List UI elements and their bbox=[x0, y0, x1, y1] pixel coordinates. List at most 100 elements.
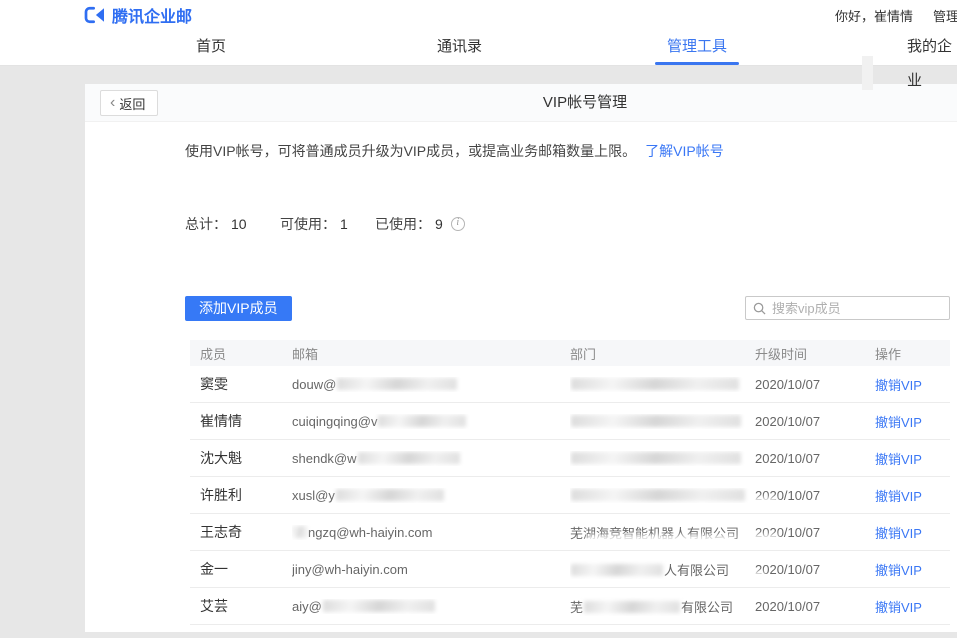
member-name: 王志奇 bbox=[200, 522, 292, 542]
date-text: 2020/10/07 bbox=[755, 414, 820, 429]
app-window: 腾讯企业邮 你好，崔情情 管理企业 首页 通讯录 管理工具 我的企业 返回 VI… bbox=[0, 0, 957, 638]
add-vip-member-button[interactable]: 添加VIP成员 bbox=[185, 296, 292, 321]
row-actions: 撤销VIP bbox=[875, 523, 950, 542]
member-department: 芜 有限公司 bbox=[570, 597, 755, 616]
header-action: 操作 bbox=[875, 344, 950, 363]
date-text: 2020/10/07 bbox=[755, 488, 820, 503]
redacted-text bbox=[571, 415, 741, 427]
tab-admin-tools[interactable]: 管理工具 bbox=[667, 30, 727, 65]
member-name: 许胜利 bbox=[200, 485, 292, 505]
member-name: 金一 bbox=[200, 559, 292, 579]
email-text: xusl@y bbox=[292, 488, 335, 503]
scrollbar-thumb[interactable] bbox=[862, 56, 873, 90]
date-text: 2020/10/07 bbox=[755, 599, 820, 614]
dept-text: 人有限公司 bbox=[664, 563, 729, 578]
row-actions: 撤销VIP bbox=[875, 486, 950, 505]
member-name: 崔情情 bbox=[200, 411, 292, 431]
email-text: douw@ bbox=[292, 377, 336, 392]
stat-used: 已使用：9 bbox=[375, 214, 465, 234]
upgrade-date: 2020/10/07 bbox=[755, 562, 875, 577]
member-email: xusl@y bbox=[292, 488, 570, 503]
member-department bbox=[570, 488, 755, 503]
member-email: jiny@wh-haiyin.com bbox=[292, 562, 570, 577]
table-row: 艾芸 aiy@ 芜 有限公司 2020/10/07 撤销VIP bbox=[190, 588, 950, 625]
description-text: 使用VIP帐号，可将普通成员升级为VIP成员，或提高业务邮箱数量上限。 bbox=[185, 143, 636, 159]
main-nav: 首页 通讯录 管理工具 我的企业 bbox=[0, 30, 957, 66]
search-input[interactable] bbox=[772, 301, 942, 316]
revoke-vip-link[interactable]: 撤销VIP bbox=[875, 489, 922, 504]
stat-total-value: 10 bbox=[231, 216, 247, 232]
member-department bbox=[570, 451, 755, 466]
member-department bbox=[570, 414, 755, 429]
topbar-user-area: 你好，崔情情 管理企业 bbox=[835, 0, 957, 30]
exmail-logo[interactable]: 腾讯企业邮 bbox=[84, 4, 192, 26]
member-email: ngzq@wh-haiyin.com bbox=[292, 525, 570, 540]
search-box bbox=[745, 296, 950, 320]
member-email: douw@ bbox=[292, 377, 570, 392]
upgrade-date: 2020/10/07 bbox=[755, 414, 875, 429]
table-row: 沈大魁 shendk@w 2020/10/07 撤销VIP bbox=[190, 440, 950, 477]
header-member: 成员 bbox=[200, 344, 292, 363]
table-row: 王志奇 ngzq@wh-haiyin.com 芜湖海竞智能机器人有限公司 202… bbox=[190, 514, 950, 551]
upgrade-date: 2020/10/07 bbox=[755, 377, 875, 392]
search-icon bbox=[753, 302, 766, 315]
tab-contacts[interactable]: 通讯录 bbox=[437, 30, 482, 65]
row-actions: 撤销VIP bbox=[875, 375, 950, 394]
revoke-vip-link[interactable]: 撤销VIP bbox=[875, 378, 922, 393]
redacted-text bbox=[571, 489, 745, 501]
top-bar: 腾讯企业邮 你好，崔情情 管理企业 bbox=[0, 0, 957, 30]
dept-text: 芜 bbox=[570, 600, 583, 615]
date-text: 2020/10/07 bbox=[755, 451, 820, 466]
info-icon[interactable] bbox=[451, 217, 465, 231]
upgrade-date: 2020/10/07 bbox=[755, 488, 875, 503]
table-row: 窦雯 douw@ 2020/10/07 撤销VIP bbox=[190, 366, 950, 403]
page-description: 使用VIP帐号，可将普通成员升级为VIP成员，或提高业务邮箱数量上限。了解VIP… bbox=[185, 141, 724, 161]
redacted-text bbox=[323, 600, 435, 612]
page-title: VIP帐号管理 bbox=[85, 84, 957, 122]
revoke-vip-link[interactable]: 撤销VIP bbox=[875, 452, 922, 467]
stat-used-label: 已使用： bbox=[375, 216, 431, 232]
redacted-text bbox=[571, 378, 739, 390]
redacted-text bbox=[293, 526, 307, 538]
member-department: 人有限公司 bbox=[570, 560, 755, 579]
user-greeting: 你好，崔情情 bbox=[835, 6, 913, 25]
date-text: 2020/10/07 bbox=[755, 377, 820, 392]
row-actions: 撤销VIP bbox=[875, 597, 950, 616]
email-text: shendk@w bbox=[292, 451, 357, 466]
tab-home[interactable]: 首页 bbox=[196, 30, 226, 65]
learn-vip-link[interactable]: 了解VIP帐号 bbox=[645, 143, 724, 159]
stat-total-label: 总计： bbox=[185, 216, 227, 232]
member-department: 芜湖海竞智能机器人有限公司 bbox=[570, 523, 755, 542]
member-email: aiy@ bbox=[292, 599, 570, 614]
date-text: 2020/10/07 bbox=[755, 562, 820, 577]
email-text: ngzq@wh-haiyin.com bbox=[308, 525, 432, 540]
revoke-vip-link[interactable]: 撤销VIP bbox=[875, 526, 922, 541]
table-row: 崔情情 cuiqingqing@v 2020/10/07 撤销VIP bbox=[190, 403, 950, 440]
member-name: 艾芸 bbox=[200, 596, 292, 616]
member-department bbox=[570, 377, 755, 392]
table-row: 金一 jiny@wh-haiyin.com 人有限公司 2020/10/07 撤… bbox=[190, 551, 950, 588]
redacted-text bbox=[358, 452, 460, 464]
upgrade-date: 2020/10/07 bbox=[755, 599, 875, 614]
stat-available-label: 可使用： bbox=[280, 216, 336, 232]
revoke-vip-link[interactable]: 撤销VIP bbox=[875, 600, 922, 615]
row-actions: 撤销VIP bbox=[875, 449, 950, 468]
row-actions: 撤销VIP bbox=[875, 560, 950, 579]
table-row: 许胜利 xusl@y 2020/10/07 撤销VIP bbox=[190, 477, 950, 514]
revoke-vip-link[interactable]: 撤销VIP bbox=[875, 563, 922, 578]
manage-company-link[interactable]: 管理企业 bbox=[933, 6, 957, 25]
exmail-logo-icon bbox=[84, 6, 106, 24]
redacted-text bbox=[571, 564, 663, 576]
table-header-row: 成员 邮箱 部门 升级时间 操作 bbox=[190, 340, 950, 366]
revoke-vip-link[interactable]: 撤销VIP bbox=[875, 415, 922, 430]
dept-text: 有限公司 bbox=[681, 600, 733, 615]
content-panel: 返回 VIP帐号管理 使用VIP帐号，可将普通成员升级为VIP成员，或提高业务邮… bbox=[85, 84, 957, 632]
vip-members-table: 成员 邮箱 部门 升级时间 操作 窦雯 douw@ 2020/10/07 bbox=[190, 340, 950, 625]
stat-total: 总计：10 bbox=[185, 214, 247, 234]
redacted-text bbox=[337, 378, 457, 390]
tab-my-company[interactable]: 我的企业 bbox=[907, 30, 957, 65]
header-department: 部门 bbox=[570, 344, 755, 363]
stat-available: 可使用：1 bbox=[280, 214, 348, 234]
logo-text: 腾讯企业邮 bbox=[112, 3, 192, 27]
row-actions: 撤销VIP bbox=[875, 412, 950, 431]
